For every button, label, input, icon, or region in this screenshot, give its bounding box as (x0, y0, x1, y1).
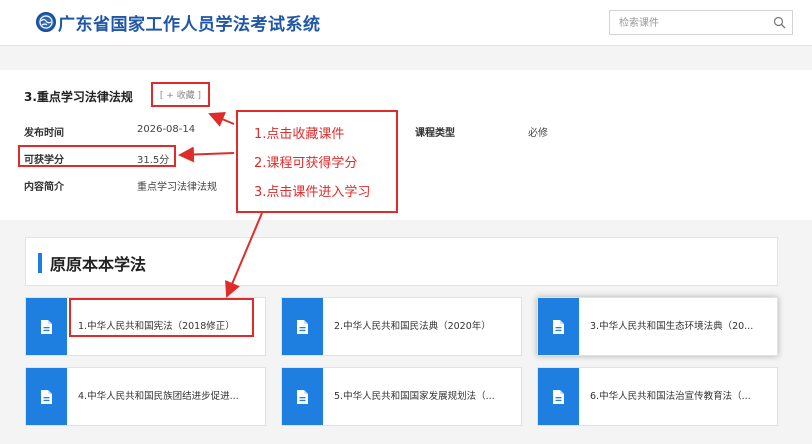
summary-value: 重点学习法律法规 (137, 182, 217, 193)
course-type-label: 课程类型 (415, 128, 455, 139)
publish-time-value: 2026-08-14 (137, 124, 196, 135)
search-input[interactable] (610, 12, 760, 35)
courseware-title: 4.中华人民共和国民族团结进步促进... (78, 391, 239, 402)
document-icon (26, 368, 67, 425)
courseware-title: 3.中华人民共和国生态环境法典（20... (590, 321, 754, 332)
annotation-line-2: 2.课程可获得学分 (254, 156, 358, 171)
top-header: 广东省国家工作人员学法考试系统 (0, 0, 812, 46)
document-icon (538, 298, 579, 355)
summary-label: 内容简介 (24, 182, 64, 193)
courseware-title: 5.中华人民共和国国家发展规划法（... (334, 391, 495, 402)
globe-logo-icon (36, 12, 56, 32)
courseware-title: 2.中华人民共和国民法典（2020年） (334, 321, 491, 332)
courseware-card-5[interactable]: 5.中华人民共和国国家发展规划法（... (281, 367, 522, 426)
courseware-card-4[interactable]: 4.中华人民共和国民族团结进步促进... (25, 367, 266, 426)
document-icon (282, 368, 323, 425)
annotation-line-3: 3.点击课件进入学习 (254, 185, 371, 200)
favorite-button[interactable]: [ + 收藏 ] (151, 82, 210, 107)
courseware-title: 1.中华人民共和国宪法（2018修正） (78, 321, 235, 332)
document-icon (538, 368, 579, 425)
courseware-card-3[interactable]: 3.中华人民共和国生态环境法典（20... (537, 297, 778, 356)
credit-value: 31.5分 (137, 155, 170, 166)
section-title: 原原本本学法 (50, 255, 147, 274)
course-info-panel: 3.重点学习法律法规 [ + 收藏 ] 发布时间 2026-08-14 课程类型… (0, 70, 812, 220)
courseware-card-1[interactable]: 1.中华人民共和国宪法（2018修正） (25, 297, 266, 356)
courseware-card-2[interactable]: 2.中华人民共和国民法典（2020年） (281, 297, 522, 356)
search-icon[interactable] (773, 16, 786, 29)
section-header: 原原本本学法 (25, 237, 778, 286)
document-icon (282, 298, 323, 355)
publish-time-label: 发布时间 (24, 128, 64, 139)
credit-label: 可获学分 (24, 155, 64, 166)
annotation-callout: 1.点击收藏课件 2.课程可获得学分 3.点击课件进入学习 (236, 110, 398, 213)
course-title: 3.重点学习法律法规 (24, 90, 133, 104)
annotation-line-1: 1.点击收藏课件 (254, 127, 345, 142)
document-icon (26, 298, 67, 355)
section-accent-bar (38, 253, 42, 273)
course-type-value: 必修 (528, 128, 548, 139)
courseware-title: 6.中华人民共和国法治宣传教育法（... (590, 391, 751, 402)
courseware-card-6[interactable]: 6.中华人民共和国法治宣传教育法（... (537, 367, 778, 426)
search-box[interactable] (609, 10, 793, 35)
site-title[interactable]: 广东省国家工作人员学法考试系统 (58, 10, 321, 35)
